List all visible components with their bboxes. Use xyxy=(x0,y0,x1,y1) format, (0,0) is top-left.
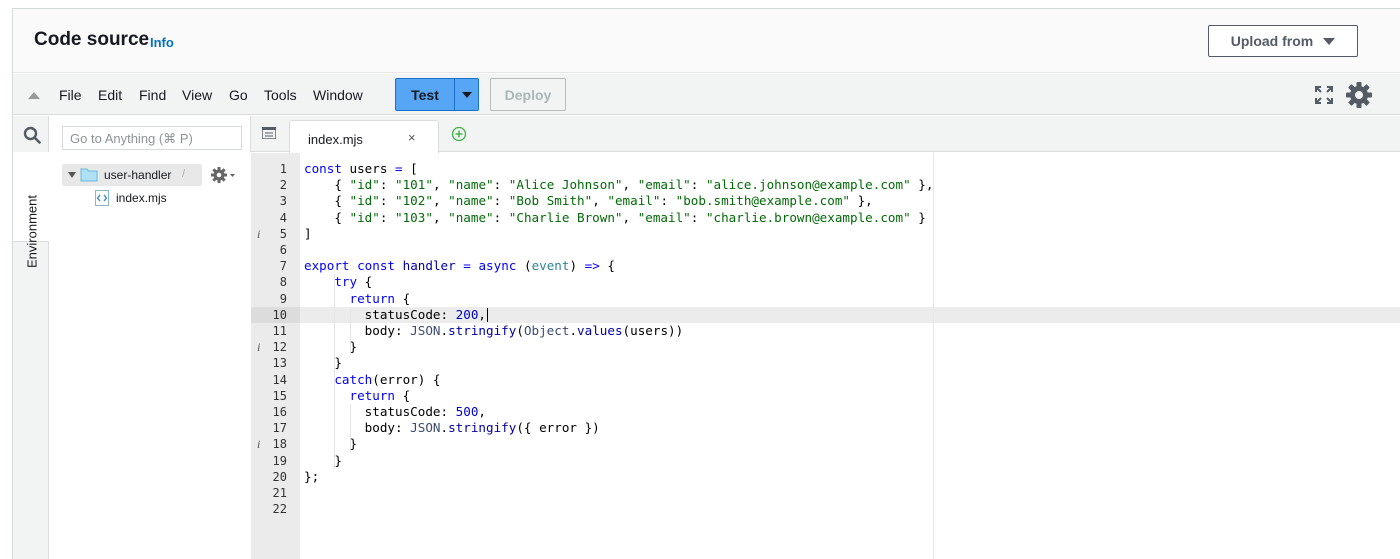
settings-gear-icon[interactable] xyxy=(1345,81,1373,109)
file-tree-panel: user-handler / index.mjs xyxy=(50,116,251,559)
code-editor: index.mjs × 1 2 3 4 5 i 6 7 8 9 10 11 12 i 13 14 15 16 17 1… xyxy=(251,116,1400,559)
line-number: 3 xyxy=(279,194,287,209)
info-annotation-icon[interactable]: i xyxy=(257,436,260,452)
code-line: { "id": "102", "name": "Bob Smith", "ema… xyxy=(304,193,873,209)
code-line: }; xyxy=(304,468,320,484)
search-icon[interactable] xyxy=(23,126,41,144)
code-line: catch(error) { xyxy=(334,371,441,387)
info-annotation-icon[interactable]: i xyxy=(257,226,260,242)
info-annotation-icon[interactable]: i xyxy=(257,339,260,355)
code-line: } xyxy=(304,339,358,355)
code-line: } xyxy=(304,436,358,452)
code-line: body: JSON.stringify({ error }) xyxy=(304,420,600,436)
menu-go[interactable]: Go xyxy=(229,87,248,103)
line-number: 9 xyxy=(279,291,287,306)
test-dropdown-button[interactable] xyxy=(455,79,478,110)
line-number: 10 xyxy=(272,307,287,322)
tree-file-index-mjs[interactable]: index.mjs xyxy=(94,189,214,209)
code-line: export const handler = async (event) => … xyxy=(304,258,615,274)
line-number: 7 xyxy=(279,259,287,274)
page-title: Code source xyxy=(34,29,150,50)
file-name: index.mjs xyxy=(116,191,167,205)
caret-down-icon xyxy=(461,91,472,98)
expand-fullscreen-icon[interactable] xyxy=(1314,85,1334,105)
code-line: return { xyxy=(349,290,411,306)
line-number: 17 xyxy=(272,421,287,436)
line-number: 21 xyxy=(272,486,287,500)
code-source-header: Code source Info Upload from xyxy=(13,9,1400,73)
caret-down-icon xyxy=(1323,37,1336,45)
line-number: 13 xyxy=(272,356,287,371)
line-number: 4 xyxy=(279,210,287,225)
code-line: { "id": "101", "name": "Alice Johnson", … xyxy=(304,177,934,193)
tree-folder-user-handler[interactable]: user-handler / xyxy=(62,164,202,186)
line-number: 2 xyxy=(279,178,287,193)
line-number: 14 xyxy=(272,372,287,387)
file-tree xyxy=(50,152,251,559)
ide-menubar: File Edit Find View Go Tools Window xyxy=(13,74,1400,115)
menu-tools[interactable]: Tools xyxy=(264,87,297,103)
test-button[interactable]: Test xyxy=(396,79,455,110)
sidebar-strip: Environment xyxy=(13,116,49,559)
code-line: } xyxy=(304,452,342,468)
line-number: 8 xyxy=(279,275,287,290)
upload-from-label: Upload from xyxy=(1230,33,1314,49)
close-icon[interactable]: × xyxy=(408,130,416,145)
menu-find[interactable]: Find xyxy=(139,87,166,103)
line-number: 1 xyxy=(279,162,287,176)
tree-expand-triangle-icon[interactable] xyxy=(68,172,76,178)
code-line: statusCode: 500, xyxy=(304,404,486,419)
line-number: 22 xyxy=(272,502,287,517)
text-cursor xyxy=(487,307,489,322)
menu-window[interactable]: Window xyxy=(313,87,363,103)
line-number: 16 xyxy=(272,405,287,419)
tab-label: index.mjs xyxy=(308,132,363,147)
code-line: { "id": "103", "name": "Charlie Brown", … xyxy=(304,209,926,225)
print-margin xyxy=(933,153,934,559)
add-tab-icon[interactable] xyxy=(451,126,467,142)
tree-settings-gear-icon[interactable] xyxy=(210,166,236,184)
folder-path: / xyxy=(182,168,186,180)
environment-label: Environment xyxy=(24,195,40,268)
upload-from-button[interactable]: Upload from xyxy=(1208,25,1358,57)
folder-icon xyxy=(80,168,98,182)
line-number: 6 xyxy=(279,243,287,257)
line-number: 20 xyxy=(272,469,287,484)
code-line: } xyxy=(304,355,342,371)
tab-list-icon[interactable] xyxy=(262,127,276,139)
code-source-panel: Code source Info Upload from File Edit F… xyxy=(12,8,1400,559)
line-number: 15 xyxy=(272,388,287,403)
line-number-gutter: 1 2 3 4 5 i 6 7 8 9 10 11 12 i 13 14 15 16 17 18 i 19 20 21 22 xyxy=(251,153,300,559)
deploy-button[interactable]: Deploy xyxy=(490,78,566,111)
menu-view[interactable]: View xyxy=(182,87,212,103)
menu-file[interactable]: File xyxy=(59,87,82,103)
line-number: 19 xyxy=(272,453,287,468)
code-line: statusCode: 200, xyxy=(304,306,486,322)
code-line: const users = [ xyxy=(304,161,418,176)
code-content[interactable]: const users = [ { "id": "101", "name": "… xyxy=(300,153,1400,559)
folder-name: user-handler xyxy=(104,168,172,182)
editor-tab-bar: index.mjs × xyxy=(251,116,1400,153)
code-line: return { xyxy=(349,387,411,403)
code-line: ] xyxy=(304,225,312,241)
code-line: body: JSON.stringify(Object.values(users… xyxy=(304,323,684,338)
collapse-triangle-icon[interactable] xyxy=(28,92,40,99)
tab-environment[interactable]: Environment xyxy=(13,152,49,268)
info-link[interactable]: Info xyxy=(150,35,174,50)
line-number: 11 xyxy=(272,324,287,338)
js-file-icon xyxy=(95,190,109,206)
test-button-group: Test xyxy=(395,78,479,111)
code-line: try { xyxy=(334,274,373,290)
go-to-anything-input[interactable] xyxy=(62,126,242,150)
tab-index-mjs[interactable]: index.mjs × xyxy=(289,120,439,153)
menu-edit[interactable]: Edit xyxy=(98,87,122,103)
